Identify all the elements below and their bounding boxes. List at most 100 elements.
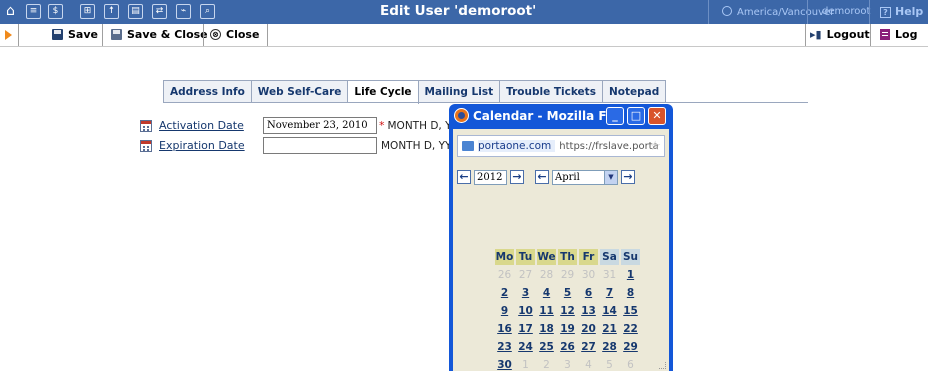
tab-notepad[interactable]: Notepad — [602, 80, 667, 103]
calendar-day-outside-month: 29 — [560, 269, 575, 281]
timezone-label: America/Vancouver — [737, 7, 835, 18]
url-text: https://frslave.porta — [559, 140, 659, 152]
calendar-day[interactable]: 27 — [579, 339, 598, 355]
firefox-icon — [454, 108, 469, 123]
tab-mailing-list[interactable]: Mailing List — [418, 80, 501, 103]
calendar-week-row: 2345678 — [495, 285, 640, 301]
calendar-day-outside-month: 6 — [627, 359, 634, 371]
calendar-day[interactable]: 4 — [537, 285, 556, 301]
grid-icon[interactable]: ⊞ — [80, 4, 95, 19]
url-bar[interactable]: portaone.com https://frslave.porta ☆ — [457, 135, 665, 157]
calendar-day[interactable]: 14 — [600, 303, 619, 319]
weekday-header-row: Mo Tu We Th Fr Sa Su — [495, 249, 640, 265]
calendar-day[interactable]: 9 — [495, 303, 514, 319]
activation-date-label[interactable]: Activation Date — [159, 119, 263, 132]
prev-month-button[interactable]: ← — [535, 170, 549, 184]
activation-date-input[interactable]: November 23, 2010 — [263, 117, 377, 134]
tab-address-info[interactable]: Address Info — [163, 80, 252, 103]
calendar-day[interactable]: 5 — [558, 285, 577, 301]
save-icon — [52, 29, 63, 40]
calendar-day[interactable]: 12 — [558, 303, 577, 319]
save-button[interactable]: Save — [52, 28, 98, 41]
next-year-button[interactable]: → — [510, 170, 524, 184]
calendar-day[interactable]: 6 — [579, 285, 598, 301]
username-link[interactable]: demoroot — [822, 6, 870, 17]
resize-grip-icon[interactable] — [659, 362, 666, 369]
calendar-day[interactable]: 18 — [537, 321, 556, 337]
calendar-week-row: 26 27 28 29 30 31 1 — [495, 267, 640, 283]
list-icon[interactable]: ≡ — [26, 4, 41, 19]
person-icon[interactable]: ☨ — [104, 4, 119, 19]
popup-titlebar[interactable]: Calendar - Mozilla Fi... _ □ ✕ — [449, 104, 673, 129]
calendar-day[interactable]: 3 — [516, 285, 535, 301]
top-navigation-bar: ⌂ ≡ $ ⊞ ☨ ▤ ⇄ ⌁ ⌕ Edit User 'demoroot' A… — [0, 0, 928, 24]
calendar-day[interactable]: 24 — [516, 339, 535, 355]
transfer-icon[interactable]: ⇄ — [152, 4, 167, 19]
calendar-day[interactable]: 29 — [621, 339, 640, 355]
calendar-icon[interactable] — [140, 119, 152, 132]
search-icon[interactable]: ⌕ — [200, 4, 215, 19]
calendar-day[interactable]: 15 — [621, 303, 640, 319]
calendar-day-outside-month: 28 — [539, 269, 554, 281]
calendar-grid: Mo Tu We Th Fr Sa Su 26 27 28 29 30 31 1 2 3 4 5 6 7 8 9 10 11 1… — [493, 247, 642, 371]
close-button[interactable]: ⊗ Close — [210, 28, 259, 41]
help-link[interactable]: ? Help — [880, 5, 923, 18]
calendar-day[interactable]: 19 — [558, 321, 577, 337]
log-button[interactable]: Log — [880, 28, 917, 41]
calendar-day[interactable]: 30 — [495, 357, 514, 371]
popup-title: Calendar - Mozilla Fi... — [473, 109, 625, 123]
timezone-link[interactable]: America/Vancouver — [722, 6, 834, 18]
toolbar-divider — [18, 24, 19, 46]
month-select[interactable]: April ▼ — [552, 169, 618, 185]
calendar-day[interactable]: 11 — [537, 303, 556, 319]
calendar-week-row: 23 24 25 26 27 28 29 — [495, 339, 640, 355]
calendar-day[interactable]: 8 — [621, 285, 640, 301]
calendar-day[interactable]: 23 — [495, 339, 514, 355]
next-month-button[interactable]: → — [621, 170, 635, 184]
weekday-header: Tu — [516, 249, 535, 265]
year-input[interactable]: 2012 — [474, 169, 507, 185]
bookmark-star-icon[interactable]: ☆ — [649, 139, 661, 154]
minimize-button[interactable]: _ — [606, 107, 624, 125]
calendar-day-outside-month: 26 — [497, 269, 512, 281]
calendar-day[interactable]: 1 — [621, 267, 640, 283]
calendar-day[interactable]: 26 — [558, 339, 577, 355]
weekday-header: Sa — [600, 249, 619, 265]
toolbar-divider — [805, 24, 806, 46]
calendar-week-row: 9 10 11 12 13 14 15 — [495, 303, 640, 319]
window-close-button[interactable]: ✕ — [648, 107, 666, 125]
tab-web-self-care[interactable]: Web Self-Care — [251, 80, 349, 103]
home-icon[interactable]: ⌂ — [3, 4, 18, 19]
prev-year-button[interactable]: ← — [457, 170, 471, 184]
expiration-date-input[interactable] — [263, 137, 377, 154]
calendar-icon[interactable] — [140, 139, 152, 152]
help-label: Help — [895, 5, 924, 18]
calendar-day[interactable]: 2 — [495, 285, 514, 301]
calendar-day[interactable]: 7 — [600, 285, 619, 301]
month-value: April — [555, 171, 580, 183]
calendar-day[interactable]: 13 — [579, 303, 598, 319]
calendar-day[interactable]: 17 — [516, 321, 535, 337]
calendar-day[interactable]: 21 — [600, 321, 619, 337]
log-label: Log — [895, 28, 918, 41]
toolbar-divider — [267, 24, 268, 46]
calendar-week-row: 16 17 18 19 20 21 22 — [495, 321, 640, 337]
maximize-button[interactable]: □ — [627, 107, 645, 125]
dollar-icon[interactable]: $ — [48, 4, 63, 19]
calendar-day[interactable]: 28 — [600, 339, 619, 355]
calendar-day[interactable]: 20 — [579, 321, 598, 337]
tab-life-cycle[interactable]: Life Cycle — [348, 80, 419, 104]
tab-trouble-tickets[interactable]: Trouble Tickets — [500, 80, 603, 103]
weekday-header: Th — [558, 249, 577, 265]
expiration-date-label[interactable]: Expiration Date — [159, 139, 263, 152]
calendar-day[interactable]: 25 — [537, 339, 556, 355]
calendar-day[interactable]: 22 — [621, 321, 640, 337]
topbar-divider — [708, 0, 709, 24]
logout-button[interactable]: ▸▮ Logout — [810, 28, 870, 41]
chart-icon[interactable]: ⌁ — [176, 4, 191, 19]
save-close-button[interactable]: Save & Close — [111, 28, 208, 41]
calendar-day[interactable]: 16 — [495, 321, 514, 337]
calendar-day[interactable]: 10 — [516, 303, 535, 319]
card-icon[interactable]: ▤ — [128, 4, 143, 19]
close-label: Close — [226, 28, 260, 41]
